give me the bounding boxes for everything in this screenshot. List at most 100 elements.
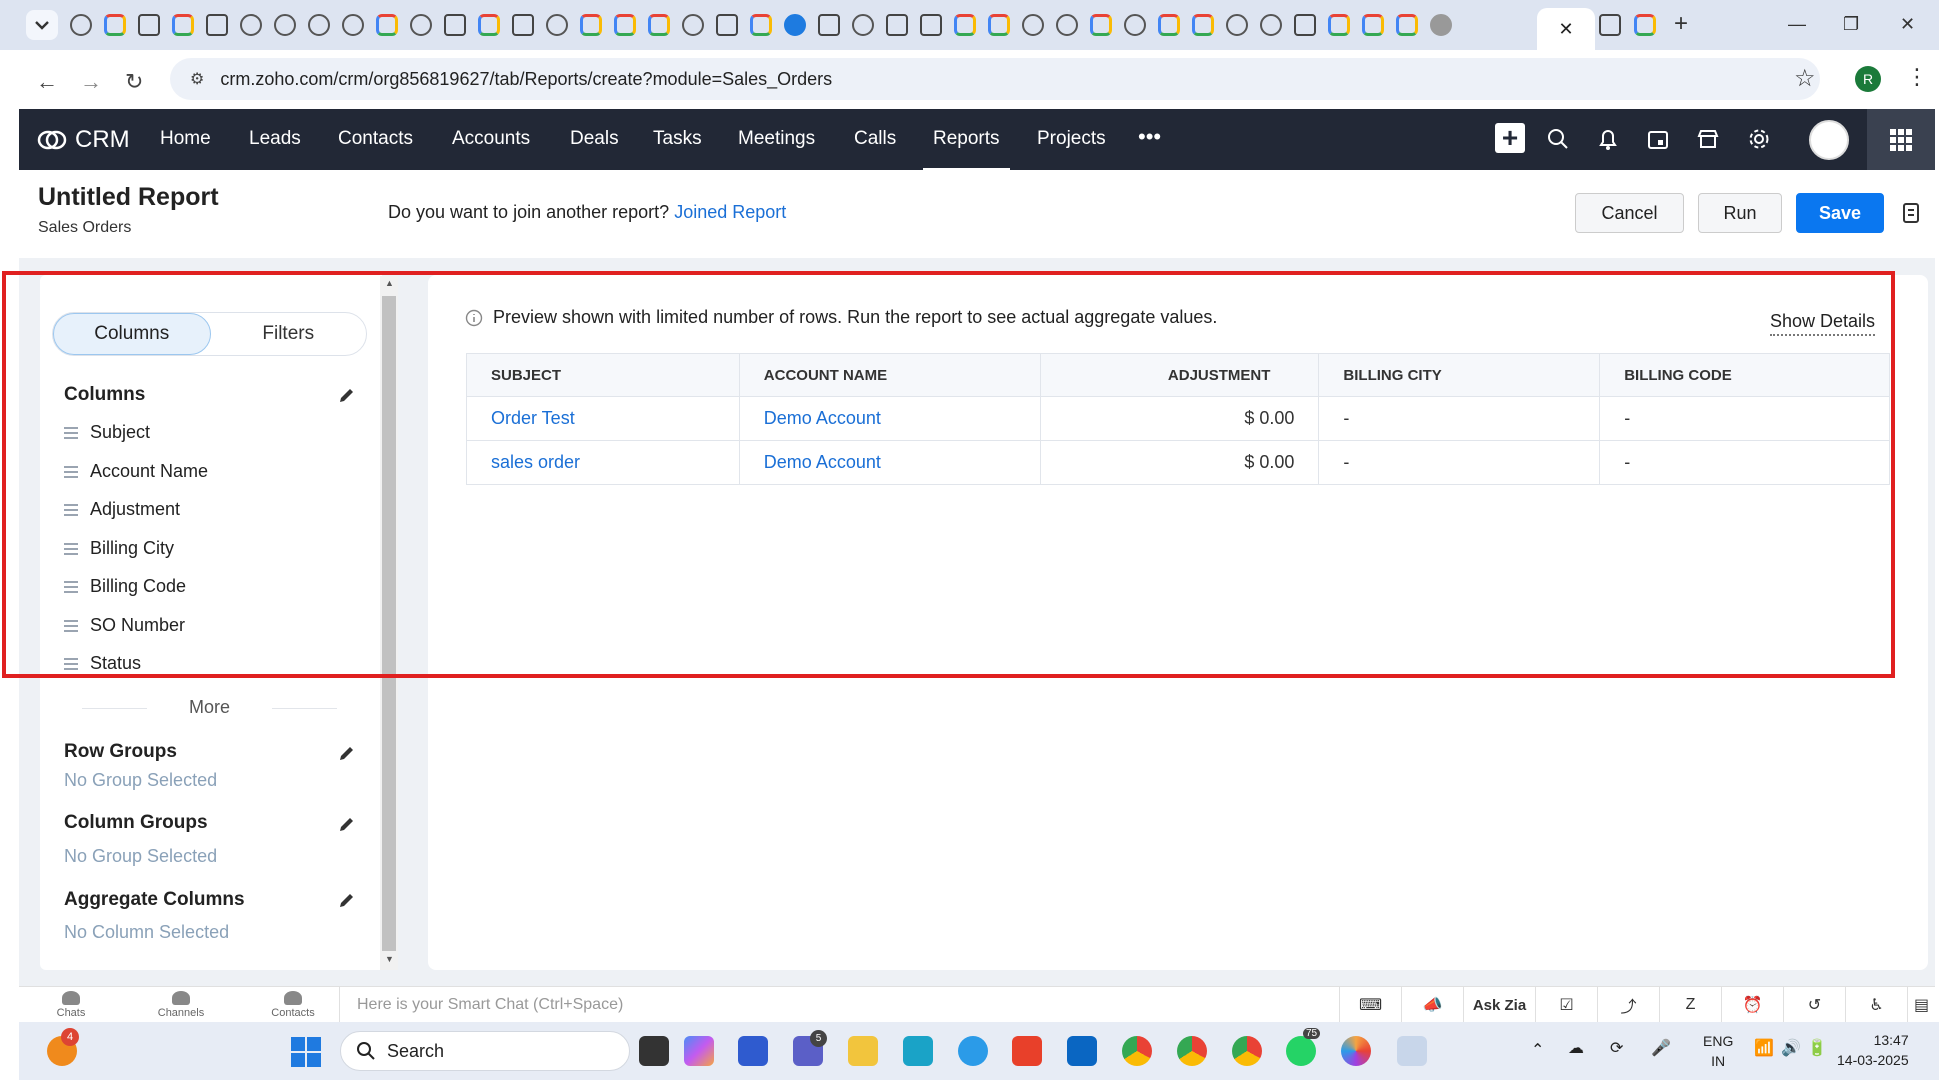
edit-row-groups-pencil-icon[interactable] (338, 744, 356, 762)
chats-tab[interactable]: Chats (41, 991, 101, 1019)
tab-favicon[interactable] (852, 14, 874, 36)
wps-icon[interactable] (1012, 1036, 1042, 1066)
column-item-billing-city[interactable]: Billing City (64, 538, 174, 559)
tab-favicon[interactable] (206, 14, 228, 36)
zia-icon[interactable]: Z (1659, 987, 1721, 1023)
ask-zia-button[interactable]: Ask Zia (1463, 987, 1535, 1023)
nav-projects[interactable]: Projects (1037, 128, 1106, 150)
column-item-adjustment[interactable]: Adjustment (64, 499, 180, 520)
copilot-icon[interactable] (684, 1036, 714, 1066)
tab-favicon[interactable] (1158, 14, 1180, 36)
file-explorer-icon[interactable] (848, 1036, 878, 1066)
tab-favicon[interactable] (1124, 14, 1146, 36)
calendar-icon[interactable] (1647, 128, 1669, 150)
taskbar-search[interactable]: Search (340, 1031, 630, 1071)
tab-favicon[interactable] (648, 14, 670, 36)
close-icon[interactable]: ✕ (1558, 19, 1573, 40)
account-link[interactable]: Demo Account (764, 452, 881, 472)
minimize-icon[interactable]: — (1788, 14, 1806, 35)
nav-deals[interactable]: Deals (570, 128, 619, 150)
chrome-icon[interactable] (1232, 1036, 1262, 1066)
report-info-icon[interactable] (1902, 202, 1920, 224)
nav-reports[interactable]: Reports (923, 128, 1009, 171)
tab-favicon[interactable] (920, 14, 942, 36)
report-title[interactable]: Untitled Report (38, 183, 219, 212)
drag-handle-icon[interactable] (64, 503, 78, 516)
tab-favicon[interactable] (954, 14, 976, 36)
tab-favicon[interactable] (886, 14, 908, 36)
tab-favicon[interactable] (818, 14, 840, 36)
share-icon[interactable]: ⤴ (1597, 987, 1659, 1023)
snipping-tool-icon[interactable] (1397, 1036, 1427, 1066)
nav-tasks[interactable]: Tasks (653, 128, 702, 150)
tab-favicon[interactable] (716, 14, 738, 36)
chevron-up-icon[interactable]: ⌃ (1531, 1040, 1544, 1060)
tab-favicon[interactable] (376, 14, 398, 36)
tab-favicon[interactable] (172, 14, 194, 36)
notes-icon[interactable]: ▤ (1907, 987, 1935, 1023)
edge-icon[interactable] (958, 1036, 988, 1066)
user-avatar[interactable] (1809, 120, 1849, 160)
drag-handle-icon[interactable] (64, 657, 78, 670)
browser-tabs[interactable] (70, 14, 1452, 36)
tab-favicon[interactable] (784, 14, 806, 36)
activity-icon[interactable]: ☑ (1535, 987, 1597, 1023)
create-plus-icon[interactable]: + (1495, 122, 1525, 153)
tab-favicon[interactable] (342, 14, 364, 36)
alarm-icon[interactable]: ⏰ (1721, 987, 1783, 1023)
tab-favicon[interactable] (1430, 14, 1452, 36)
active-tab[interactable]: ✕ (1537, 8, 1595, 50)
nav-meetings[interactable]: Meetings (738, 128, 815, 150)
tab-favicon[interactable] (1022, 14, 1044, 36)
tab-favicon[interactable] (580, 14, 602, 36)
app-icon[interactable] (903, 1036, 933, 1066)
tab-favicon[interactable] (138, 14, 160, 36)
new-tab-icon[interactable]: + (1674, 10, 1688, 38)
forward-icon[interactable]: → (80, 69, 102, 95)
whatsapp-icon[interactable] (1286, 1036, 1316, 1066)
store-icon[interactable] (738, 1036, 768, 1066)
linkedin-icon[interactable] (1067, 1036, 1097, 1066)
reload-icon[interactable]: ↻ (125, 69, 143, 95)
save-button[interactable]: Save (1796, 193, 1884, 233)
browser-menu-icon[interactable]: ⋮ (1906, 64, 1928, 90)
tab-favicon[interactable] (1090, 14, 1112, 36)
task-view-icon[interactable] (639, 1036, 669, 1066)
tab-search-button[interactable] (26, 10, 58, 40)
command-icon[interactable]: ⌨ (1339, 987, 1401, 1023)
microphone-icon[interactable]: 🎤 (1651, 1038, 1671, 1058)
subject-link[interactable]: Order Test (491, 408, 575, 428)
drag-handle-icon[interactable] (64, 542, 78, 555)
more-columns-link[interactable]: More (82, 697, 337, 718)
tab-favicon[interactable] (614, 14, 636, 36)
column-item-billing-code[interactable]: Billing Code (64, 576, 186, 597)
edit-column-groups-pencil-icon[interactable] (338, 815, 356, 833)
cancel-button[interactable]: Cancel (1575, 193, 1684, 233)
tab-favicon[interactable] (1294, 14, 1316, 36)
channels-tab[interactable]: Channels (151, 991, 211, 1019)
tab-favicon[interactable] (240, 14, 262, 36)
search-icon[interactable] (1547, 128, 1569, 150)
nav-contacts[interactable]: Contacts (338, 128, 413, 150)
windows-start-icon[interactable] (291, 1037, 321, 1067)
column-item-so-number[interactable]: SO Number (64, 615, 185, 636)
header-subject[interactable]: SUBJECT (466, 353, 740, 397)
window-close-icon[interactable]: ✕ (1900, 14, 1915, 35)
tab-favicon[interactable] (682, 14, 704, 36)
tab-favicon[interactable] (512, 14, 534, 36)
tab-favicon[interactable] (1192, 14, 1214, 36)
tab-favicon[interactable] (1260, 14, 1282, 36)
tab-favicon[interactable] (546, 14, 568, 36)
chrome-icon[interactable] (1122, 1036, 1152, 1066)
edit-aggregate-pencil-icon[interactable] (338, 891, 356, 909)
address-bar[interactable]: ⚙ crm.zoho.com/crm/org856819627/tab/Repo… (170, 58, 1820, 100)
tab-favicon[interactable] (1056, 14, 1078, 36)
url-text[interactable]: crm.zoho.com/crm/org856819627/tab/Report… (220, 69, 832, 90)
history-icon[interactable]: ↺ (1783, 987, 1845, 1023)
nav-home[interactable]: Home (160, 128, 211, 150)
tab-favicon[interactable] (410, 14, 432, 36)
tab-favicon[interactable] (988, 14, 1010, 36)
tab-favicon[interactable] (1362, 14, 1384, 36)
accessibility-icon[interactable]: ♿ (1845, 987, 1907, 1023)
tab-filters[interactable]: Filters (211, 313, 367, 355)
